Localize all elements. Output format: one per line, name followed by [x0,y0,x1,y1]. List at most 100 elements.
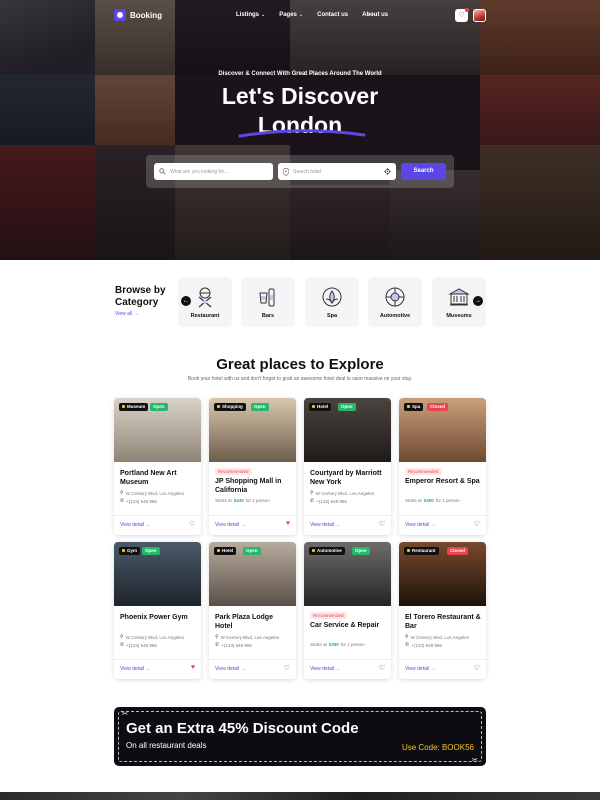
listing-title[interactable]: Phoenix Power Gym [120,614,196,623]
view-detail-link[interactable]: View detail → [310,666,340,672]
category-badge: Gym [119,547,141,555]
category-badge-label: Museum [127,404,146,409]
phone-icon: ✆ [120,642,125,648]
brand-logo[interactable]: Booking [114,9,162,21]
listing-card[interactable]: Hotel Open Courtyard by Marriott New York ⚲… [304,398,391,535]
listing-title[interactable]: Portland New Art Museum [120,470,196,487]
address-text: W Century Blvd, Los Angeles [220,634,279,640]
listing-title[interactable]: Courtyard by Marriott New York [310,470,386,487]
listing-card[interactable]: Shopping Open Recommended JP Shopping Mall … [209,398,296,535]
scissor-icon: ✂ [472,757,478,764]
recommended-badge: Recommended [405,468,442,475]
search-what-placeholder: What are you looking for... [170,168,229,175]
view-detail-link[interactable]: View detail → [405,666,435,672]
category-badge: Hotel [214,547,237,555]
bars-icon [259,288,275,307]
nav-item-listings[interactable]: Listings ⌄ [236,12,265,18]
address-line: ⚲ W Century Blvd, Los Angeles [310,490,374,496]
category-badge-label: Automotive [317,548,342,553]
heart-icon: ♡ [458,12,465,19]
listing-card[interactable]: Hotel Open Park Plaza Lodge Hotel ⚲ W Centur… [209,542,296,679]
location-pin-icon [283,167,289,176]
category-next-arrow-icon[interactable]: → [473,296,483,306]
price-prefix: Starts at [215,498,232,503]
category-bars[interactable]: Bars [241,277,295,327]
category-badge-label: Hotel [317,404,329,409]
search-icon [159,168,166,175]
nav-label: Listings [236,12,260,18]
search-where-field[interactable]: Search hotel [278,163,396,180]
listing-title[interactable]: Emperor Resort & Spa [405,478,481,487]
category-badge-label: Shopping [222,404,243,409]
logo-icon [114,9,126,21]
search-what-field[interactable]: What are you looking for... [154,163,273,180]
listing-card[interactable]: Automotive Open Recommended Car Service & R… [304,542,391,679]
status-badge: Closed [427,403,449,411]
card-footer: View detail → ♥ [209,515,296,535]
more-menu-icon[interactable]: ··· [368,10,379,19]
card-footer: View detail → ♥ [114,659,201,679]
view-detail-link[interactable]: View detail → [310,522,340,528]
category-badge-label: Restaurant [412,548,436,553]
view-all-categories-link[interactable]: View all → [115,311,139,317]
view-detail-link[interactable]: View detail → [120,666,150,672]
spa-icon [322,287,342,307]
address-line: ⚲ W Century Blvd, Los Angeles [215,634,279,640]
hero-title-line1: Let's Discover [221,83,379,109]
favorite-heart-icon[interactable]: ♡ [189,520,195,528]
category-label: Restaurant [190,313,220,319]
view-detail-link[interactable]: View detail → [120,522,150,528]
category-badge: Museum [119,403,149,411]
listing-title[interactable]: JP Shopping Mall in California [215,478,291,495]
museums-icon [448,288,470,306]
avatar[interactable] [473,9,486,22]
price-suffix: for 1 person [435,498,460,503]
favorite-heart-icon[interactable]: ♡ [474,664,480,672]
listing-title[interactable]: Car Service & Repair [310,622,386,631]
promo-banner[interactable]: ✂ ✂ Get an Extra 45% Discount Code On al… [114,707,486,766]
category-spa[interactable]: Spa [305,277,359,327]
search-button[interactable]: Search [401,163,446,180]
price-suffix: for 1 person [245,498,270,503]
status-badge: Open [243,547,261,555]
search-where-placeholder: Search hotel [293,168,322,175]
listing-card[interactable]: Museum Open Portland New Art Museum ⚲ W Cent… [114,398,201,535]
favorites-button[interactable]: ♡ [455,8,469,22]
nav-item-contact[interactable]: Contact us [317,12,348,18]
explore-title: Great places to Explore [216,356,384,373]
listing-card[interactable]: Gym Open Phoenix Power Gym ⚲ W Century Blvd,… [114,542,201,679]
status-badge: Open [251,403,269,411]
price-suffix: for 1 person [340,642,365,647]
phone-line: ✆ +(123) 548 966 [215,642,252,648]
category-badge-label: Hotel [222,548,234,553]
phone-text: +(123) 548 966 [411,642,442,648]
restaurant-icon [198,287,212,308]
phone-line: ✆ +(123) 548 966 [120,642,157,648]
favorite-heart-icon[interactable]: ♥ [191,664,195,671]
category-prev-arrow-icon[interactable]: ← [181,296,191,306]
favorite-heart-icon[interactable]: ♡ [379,520,385,528]
favorite-heart-icon[interactable]: ♥ [286,520,290,527]
favorite-heart-icon[interactable]: ♡ [284,664,290,672]
favorite-heart-icon[interactable]: ♡ [474,520,480,528]
nav-item-pages[interactable]: Pages ⌄ [279,12,303,18]
recommended-badge: Recommended [310,612,347,619]
category-automotive[interactable]: Automotive [368,277,422,327]
category-label: Automotive [379,313,411,319]
locate-me-icon[interactable] [384,168,391,175]
status-badge: Open [150,403,168,411]
phone-text: +(123) 548 966 [126,498,157,504]
view-detail-link[interactable]: View detail → [215,666,245,672]
view-detail-link[interactable]: View detail → [405,522,435,528]
view-detail-link[interactable]: View detail → [215,522,245,528]
card-footer: View detail → ♡ [209,659,296,679]
price-prefix: Starts at [310,642,327,647]
listing-card[interactable]: Spa Closed Recommended Emperor Resort & Spa… [399,398,486,535]
favorite-heart-icon[interactable]: ♡ [379,664,385,672]
card-footer: View detail → ♡ [304,659,391,679]
category-badge-label: Gym [127,548,138,553]
listing-title[interactable]: El Torero Restaurant & Bar [405,614,481,631]
listing-title[interactable]: Park Plaza Lodge Hotel [215,614,291,631]
listing-card[interactable]: Restaurant Closed El Torero Restaurant & B… [399,542,486,679]
category-badge: Automotive [309,547,345,555]
